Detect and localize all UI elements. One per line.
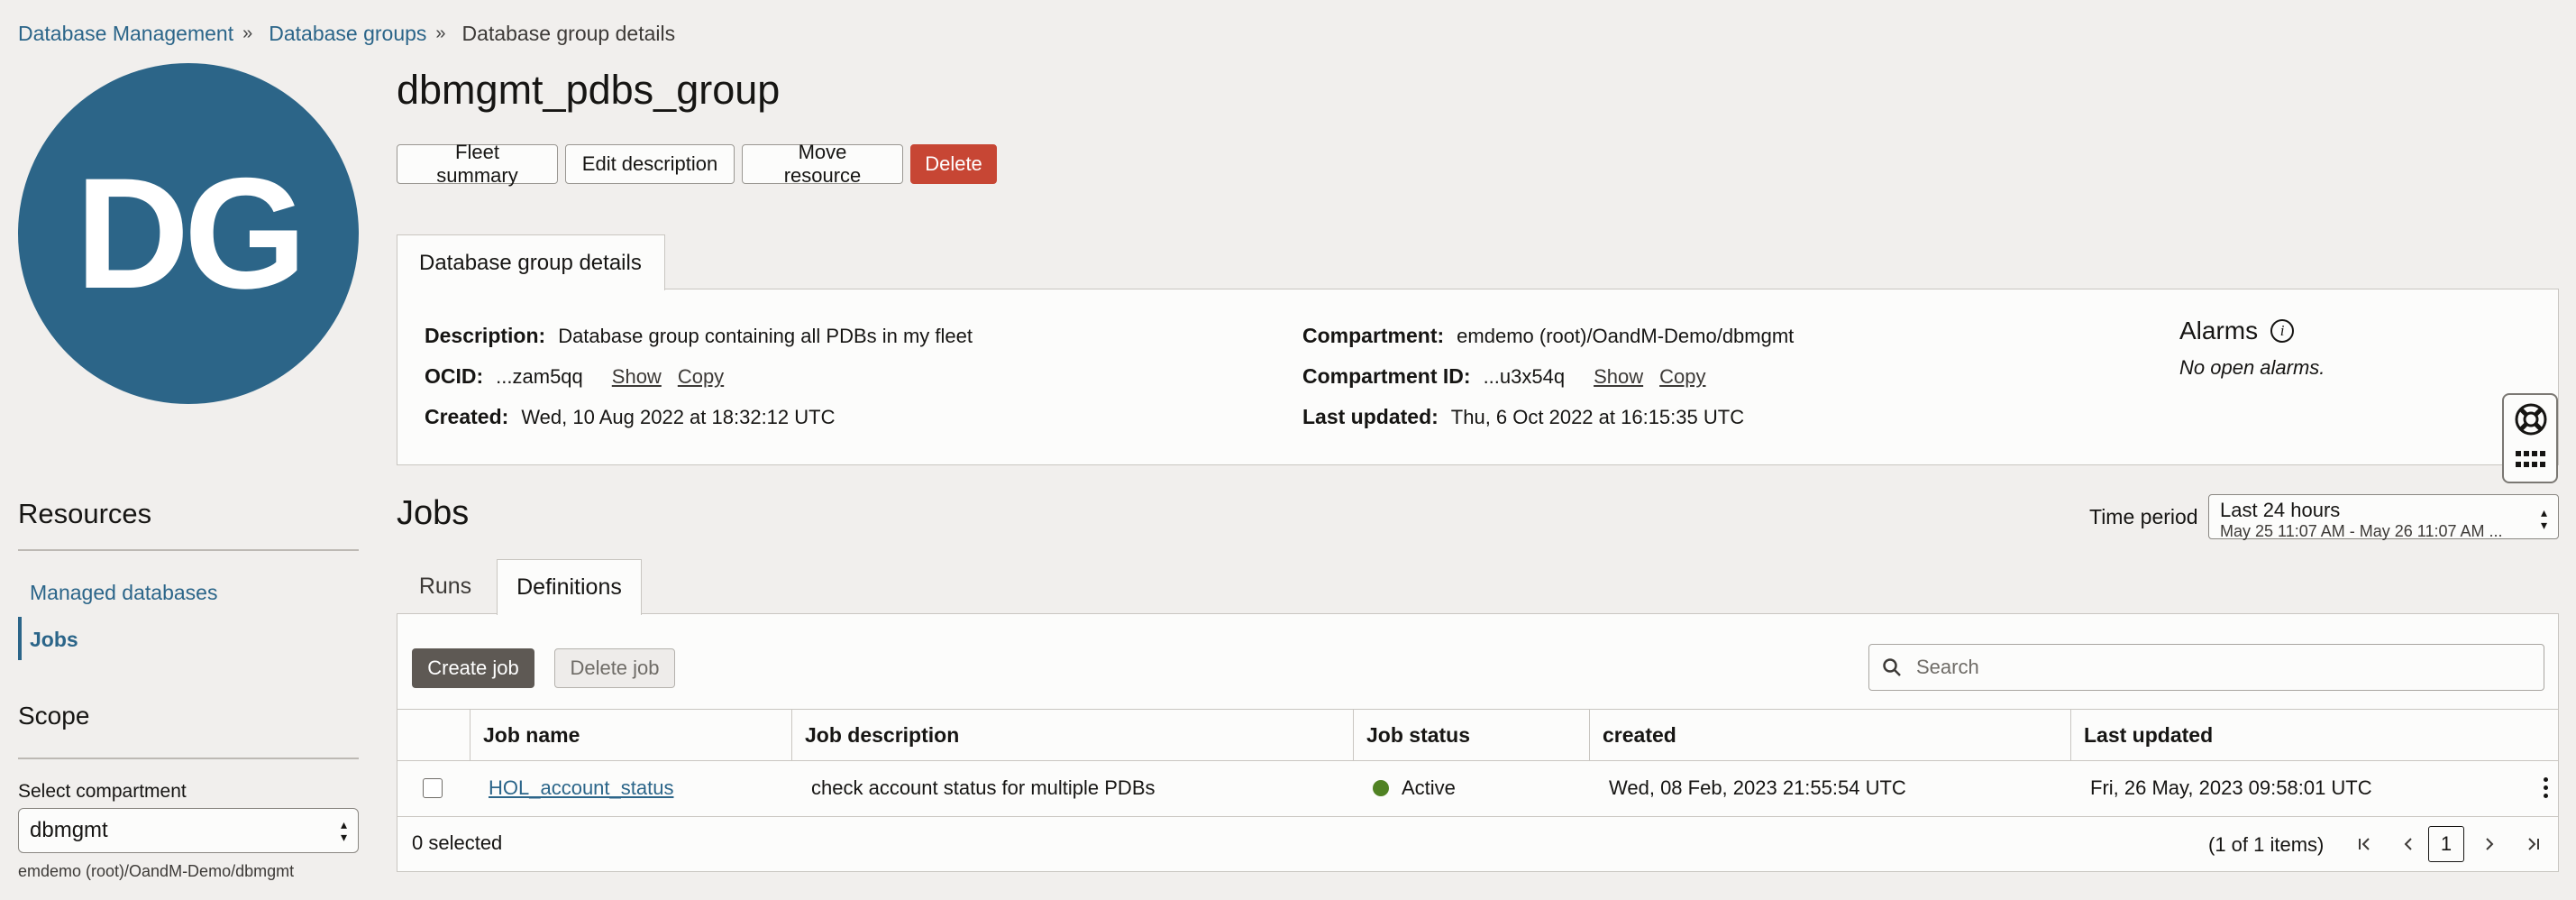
job-status-label: Active: [1402, 776, 1456, 799]
compartment-select-value: dbmgmt: [30, 818, 108, 842]
avatar: DG: [18, 63, 359, 404]
first-page-icon[interactable]: [2347, 826, 2383, 862]
table-header: Job name Job description Job status crea…: [397, 709, 2558, 761]
time-period-select[interactable]: Last 24 hours May 25 11:07 AM - May 26 1…: [2208, 494, 2559, 540]
column-header-job-status[interactable]: Job status: [1353, 710, 1589, 760]
alarms-title: Alarms: [2179, 317, 2259, 344]
delete-job-button[interactable]: Delete job: [554, 648, 675, 688]
select-column-header: [397, 710, 470, 760]
created-label: Created:: [425, 405, 509, 428]
info-icon[interactable]: i: [2270, 319, 2295, 343]
last-updated-label: Last updated:: [1302, 405, 1439, 428]
ocid-label: OCID:: [425, 364, 484, 388]
job-status: Active: [1360, 761, 1589, 815]
jobs-heading: Jobs: [397, 494, 470, 532]
breadcrumb-separator-icon: »: [242, 23, 253, 43]
job-created: Wed, 08 Feb, 2023 21:55:54 UTC: [1609, 776, 1906, 799]
description-label: Description:: [425, 324, 546, 347]
tab-database-group-details[interactable]: Database group details: [397, 234, 665, 290]
scope-heading: Scope: [18, 702, 90, 730]
sidebar-item-managed-databases[interactable]: Managed databases: [30, 581, 217, 605]
breadcrumb: Database Management » Database groups » …: [18, 22, 675, 46]
delete-button[interactable]: Delete: [910, 144, 997, 184]
compartment-id-copy-link[interactable]: Copy: [1659, 365, 1705, 389]
sidebar-active-indicator: [18, 617, 22, 660]
previous-page-icon[interactable]: [2390, 826, 2426, 862]
divider: [18, 549, 359, 551]
time-period-range: May 25 11:07 AM - May 26 11:07 AM ...: [2220, 522, 2503, 540]
search-icon: [1883, 658, 1901, 676]
sidebar-item-jobs[interactable]: Jobs: [30, 628, 78, 652]
column-header-last-updated[interactable]: Last updated: [2070, 710, 2558, 760]
last-page-icon[interactable]: [2515, 826, 2551, 862]
job-last-updated: Fri, 26 May, 2023 09:58:01 UTC: [2090, 776, 2372, 799]
next-page-icon[interactable]: [2471, 826, 2507, 862]
page-title: dbmgmt_pdbs_group: [397, 67, 781, 113]
tab-runs[interactable]: Runs: [397, 561, 494, 611]
ocid-value: ...zam5qq: [496, 365, 583, 388]
column-header-created[interactable]: created: [1589, 710, 2070, 760]
compartment-select[interactable]: dbmgmt ▴ ▾: [18, 808, 359, 853]
description-row: Description: Database group containing a…: [425, 324, 973, 348]
updown-chevron-icon: ▴ ▾: [340, 817, 347, 844]
description-value: Database group containing all PDBs in my…: [558, 325, 973, 347]
lifebuoy-icon[interactable]: [2514, 402, 2548, 436]
job-name-link[interactable]: HOL_account_status: [489, 776, 673, 800]
time-period-label: Time period: [2089, 505, 2198, 528]
breadcrumb-separator-icon: »: [435, 23, 446, 43]
job-description: check account status for multiple PDBs: [811, 776, 1156, 799]
time-period-value: Last 24 hours: [2220, 499, 2341, 521]
row-actions-kebab-icon[interactable]: [2544, 777, 2549, 802]
compartment-id-value: ...u3x54q: [1483, 365, 1566, 388]
breadcrumb-database-groups[interactable]: Database groups: [269, 22, 426, 46]
edit-description-button[interactable]: Edit description: [565, 144, 735, 184]
created-value: Wed, 10 Aug 2022 at 18:32:12 UTC: [521, 406, 836, 428]
divider: [18, 758, 359, 759]
compartment-id-row: Compartment ID: ...u3x54q Show Copy: [1302, 364, 1705, 389]
select-compartment-label: Select compartment: [18, 781, 187, 802]
pagination-count: (1 of 1 items): [2208, 833, 2325, 856]
compartment-row: Compartment: emdemo (root)/OandM-Demo/db…: [1302, 324, 1794, 348]
current-page[interactable]: 1: [2428, 826, 2464, 862]
alarms-section: Alarms i No open alarms.: [2179, 317, 2325, 380]
details-panel: Description: Database group containing a…: [397, 289, 2559, 465]
ocid-show-link[interactable]: Show: [612, 365, 662, 389]
create-job-button[interactable]: Create job: [412, 648, 534, 688]
alarms-note: No open alarms.: [2179, 356, 2325, 379]
created-row: Created: Wed, 10 Aug 2022 at 18:32:12 UT…: [425, 405, 835, 429]
compartment-value: emdemo (root)/OandM-Demo/dbmgmt: [1457, 325, 1795, 347]
breadcrumb-current: Database group details: [461, 22, 676, 45]
resources-heading: Resources: [18, 498, 152, 529]
breadcrumb-database-management[interactable]: Database Management: [18, 22, 233, 46]
last-updated-row: Last updated: Thu, 6 Oct 2022 at 16:15:3…: [1302, 405, 1744, 429]
row-checkbox[interactable]: [423, 778, 443, 798]
ocid-copy-link[interactable]: Copy: [678, 365, 724, 389]
last-updated-value: Thu, 6 Oct 2022 at 16:15:35 UTC: [1450, 406, 1745, 428]
column-header-job-description[interactable]: Job description: [791, 710, 1353, 760]
table-row: HOL_account_status check account status …: [397, 761, 2558, 817]
search-input[interactable]: [1914, 655, 2513, 680]
move-resource-button[interactable]: Move resource: [742, 141, 903, 187]
fleet-summary-button[interactable]: Fleet summary: [397, 141, 558, 187]
selected-count: 0 selected: [412, 831, 503, 854]
compartment-label: Compartment:: [1302, 324, 1445, 347]
status-dot-icon: [1373, 780, 1389, 796]
column-header-job-name[interactable]: Job name: [470, 710, 791, 760]
help-widget[interactable]: [2502, 393, 2558, 483]
compartment-path: emdemo (root)/OandM-Demo/dbmgmt: [18, 862, 295, 880]
tab-definitions[interactable]: Definitions: [497, 559, 642, 615]
compartment-id-show-link[interactable]: Show: [1594, 365, 1643, 389]
search-field[interactable]: [1868, 644, 2544, 691]
grid-icon[interactable]: [2516, 451, 2546, 469]
ocid-row: OCID: ...zam5qq Show Copy: [425, 364, 724, 389]
updown-chevron-icon: ▴ ▾: [2540, 505, 2547, 532]
avatar-initials: DG: [75, 145, 306, 322]
compartment-id-label: Compartment ID:: [1302, 364, 1471, 388]
